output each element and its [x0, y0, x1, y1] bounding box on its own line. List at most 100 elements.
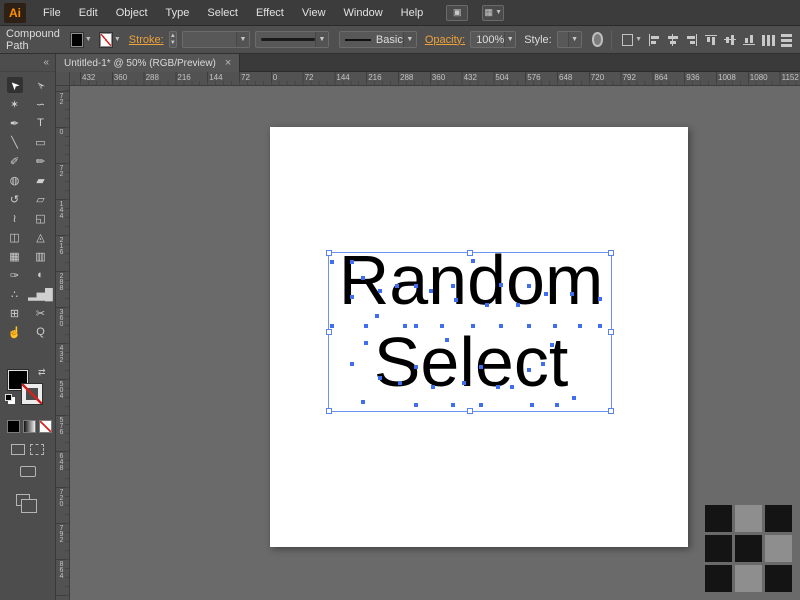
anchor-point[interactable]	[394, 284, 399, 289]
horizontal-align-left-icon[interactable]	[647, 32, 661, 47]
menu-edit[interactable]: Edit	[70, 7, 107, 19]
vertical-align-top-icon[interactable]	[704, 32, 718, 47]
anchor-point[interactable]	[470, 258, 475, 263]
isolate-object-icon[interactable]	[622, 33, 634, 46]
anchor-point[interactable]	[479, 364, 484, 369]
color-button[interactable]	[7, 420, 20, 433]
anchor-point[interactable]	[397, 380, 402, 385]
collapse-panel-icon[interactable]: «	[43, 57, 49, 68]
hand-tool[interactable]: ☝	[7, 324, 23, 340]
anchor-point[interactable]	[445, 337, 450, 342]
arrange-documents-icon[interactable]: ▦ ▼	[482, 4, 505, 21]
menu-file[interactable]: File	[34, 7, 70, 19]
selection-handle[interactable]	[326, 408, 332, 414]
anchor-point[interactable]	[403, 323, 408, 328]
menu-select[interactable]: Select	[198, 7, 247, 19]
anchor-point[interactable]	[363, 341, 368, 346]
shape-builder-tool[interactable]: ◫	[7, 229, 23, 245]
anchor-point[interactable]	[377, 288, 382, 293]
selection-handle[interactable]	[608, 408, 614, 414]
width-profile-dropdown[interactable]: ▼	[254, 31, 329, 48]
anchor-point[interactable]	[597, 296, 602, 301]
anchor-point[interactable]	[439, 323, 444, 328]
anchor-point[interactable]	[555, 402, 560, 407]
pattern-cell[interactable]	[705, 535, 732, 562]
free-transform-tool[interactable]: ◱	[33, 210, 49, 226]
pattern-cell[interactable]	[765, 535, 792, 562]
menu-window[interactable]: Window	[335, 7, 392, 19]
distribute-vertical-icon[interactable]	[780, 32, 794, 47]
floating-panels-icon[interactable]	[16, 494, 37, 513]
anchor-point[interactable]	[549, 342, 554, 347]
anchor-point[interactable]	[431, 385, 436, 390]
slice-tool[interactable]: ✂	[33, 305, 49, 321]
selection-tool[interactable]: ➤	[6, 77, 23, 93]
blend-tool[interactable]: ◐	[33, 267, 49, 283]
anchor-point[interactable]	[530, 402, 535, 407]
anchor-point[interactable]	[541, 361, 546, 366]
pencil-tool[interactable]: ✏	[33, 153, 49, 169]
eraser-tool[interactable]: ▰	[33, 172, 49, 188]
none-button[interactable]	[39, 420, 52, 433]
paintbrush-tool[interactable]: ✐	[7, 153, 23, 169]
menu-view[interactable]: View	[293, 7, 335, 19]
anchor-point[interactable]	[470, 323, 475, 328]
horizontal-align-right-icon[interactable]	[685, 32, 699, 47]
rectangle-tool[interactable]: ▭	[33, 134, 49, 150]
anchor-point[interactable]	[572, 396, 577, 401]
anchor-point[interactable]	[552, 323, 557, 328]
draw-normal-icon[interactable]	[11, 444, 25, 455]
anchor-point[interactable]	[349, 295, 354, 300]
chevron-down-icon[interactable]: ▼	[314, 32, 328, 47]
selection-handle[interactable]	[608, 329, 614, 335]
stroke-panel-link[interactable]: Stroke:	[129, 34, 164, 46]
anchor-point[interactable]	[329, 323, 334, 328]
draw-behind-icon[interactable]	[30, 444, 44, 455]
anchor-point[interactable]	[414, 284, 419, 289]
stroke-swatch[interactable]	[21, 383, 43, 405]
anchor-point[interactable]	[527, 323, 532, 328]
symbol-sprayer-tool[interactable]: ∴	[7, 286, 23, 302]
distribute-horizontal-icon[interactable]	[761, 32, 775, 47]
style-dropdown[interactable]: ▼	[556, 31, 582, 48]
zoom-tool[interactable]: Q	[33, 324, 49, 340]
anchor-point[interactable]	[428, 288, 433, 293]
vertical-align-bottom-icon[interactable]	[742, 32, 756, 47]
pattern-cell[interactable]	[735, 565, 762, 592]
bridge-icon[interactable]: ▣	[446, 4, 469, 21]
selection-handle[interactable]	[326, 250, 332, 256]
selection-handle[interactable]	[326, 329, 332, 335]
menu-type[interactable]: Type	[157, 7, 199, 19]
blob-brush-tool[interactable]: ◍	[7, 172, 23, 188]
eyedropper-tool[interactable]: ✑	[7, 267, 23, 283]
artboard-tool[interactable]: ⊞	[7, 305, 23, 321]
anchor-point[interactable]	[597, 323, 602, 328]
pen-tool[interactable]: ✒	[7, 115, 23, 131]
chevron-down-icon[interactable]: ▼	[402, 32, 416, 47]
stroke-weight-dropdown[interactable]: ▼	[182, 31, 250, 48]
line-segment-tool[interactable]: ╲	[7, 134, 23, 150]
horizontal-align-center-icon[interactable]	[666, 32, 680, 47]
pattern-cell[interactable]	[765, 565, 792, 592]
anchor-point[interactable]	[451, 402, 456, 407]
anchor-point[interactable]	[499, 323, 504, 328]
menu-object[interactable]: Object	[107, 7, 157, 19]
anchor-point[interactable]	[510, 385, 515, 390]
chevron-down-icon[interactable]: ▼	[504, 32, 516, 47]
close-icon[interactable]: ×	[225, 58, 231, 69]
anchor-point[interactable]	[374, 314, 379, 319]
type-tool[interactable]: T	[33, 115, 49, 131]
scale-tool[interactable]: ▱	[33, 191, 49, 207]
opacity-panel-link[interactable]: Opacity:	[425, 34, 465, 46]
chevron-down-icon[interactable]: ▼	[235, 32, 249, 47]
change-screen-mode-icon[interactable]	[20, 466, 36, 477]
anchor-point[interactable]	[414, 323, 419, 328]
anchor-point[interactable]	[360, 399, 365, 404]
anchor-point[interactable]	[349, 260, 354, 265]
anchor-point[interactable]	[453, 298, 458, 303]
gradient-tool[interactable]: ▥	[33, 248, 49, 264]
anchor-point[interactable]	[496, 385, 501, 390]
menu-help[interactable]: Help	[392, 7, 433, 19]
perspective-grid-tool[interactable]: ◬	[33, 229, 49, 245]
pattern-cell[interactable]	[735, 535, 762, 562]
